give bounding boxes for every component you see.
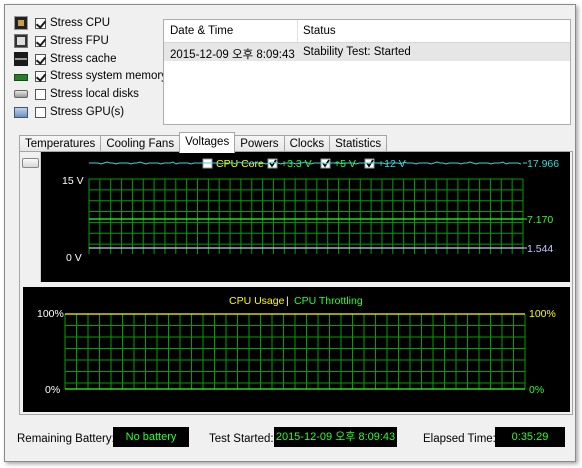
usage-left-bottom-label: 0% (45, 384, 60, 396)
stress-fpu-checkbox[interactable] (35, 35, 46, 47)
elapsed-time-label: Elapsed Time: (423, 433, 496, 445)
voltage-cpu-core-value: 1.544 (527, 243, 553, 255)
voltage-legend: CPU Core +3.3 V +5 V +12 V (202, 158, 406, 170)
tab-bar: Temperatures Cooling Fans Voltages Power… (19, 132, 388, 153)
stress-cache-checkbox[interactable] (35, 53, 46, 65)
stress-cache-label: Stress cache (50, 53, 117, 65)
stability-test-window: Stress CPU Stress FPU Stress cache Stres… (4, 4, 576, 462)
legend-cpu-throttling: CPU Throttling (294, 295, 363, 307)
stress-disks-option[interactable]: Stress local disks (14, 86, 139, 102)
battery-label: Remaining Battery: (17, 433, 115, 445)
usage-left-top-label: 100% (37, 308, 64, 320)
stress-memory-checkbox[interactable] (35, 70, 46, 82)
row-status: Stability Test: Started (303, 46, 411, 58)
stress-cpu-label: Stress CPU (50, 17, 111, 29)
voltage-chart: CPU Core +3.3 V +5 V +12 V 15 V 0 V 17.9… (41, 152, 570, 282)
test-started-value: 2015-12-09 오후 8:09:43 (274, 427, 397, 447)
voltage-y-bottom-label: 0 V (66, 252, 82, 264)
fpu-icon (14, 34, 28, 48)
voltage-grid (88, 178, 524, 254)
usage-right-top-label: 100% (529, 308, 556, 320)
column-divider[interactable] (297, 20, 298, 42)
cpu-usage-chart: CPU Usage | CPU Throttling 100% 0% 100% … (23, 287, 570, 412)
table-row[interactable]: 2015-12-09 오후 8:09:43 Stability Test: St… (164, 43, 570, 61)
voltage-chart-svg: CPU Core +3.3 V +5 V +12 V 15 V 0 V 17.9… (62, 158, 559, 264)
voltage-5v-value: 7.170 (527, 214, 553, 226)
voltage-y-top-label: 15 V (62, 175, 84, 187)
battery-value: No battery (113, 427, 189, 447)
stress-disks-checkbox[interactable] (35, 88, 46, 100)
legend-cpu-core-label: CPU Core (216, 158, 264, 170)
stress-cache-option[interactable]: Stress cache (14, 51, 116, 67)
status-table-header: Date & Time Status (164, 20, 570, 43)
cpu-usage-chart-svg: CPU Usage | CPU Throttling 100% 0% 100% … (37, 295, 556, 396)
gpu-icon (14, 106, 28, 118)
cpu-icon (14, 16, 28, 30)
usage-grid (64, 313, 526, 389)
status-log-table[interactable]: Date & Time Status 2015-12-09 오후 8:09:43… (163, 19, 571, 125)
voltage-12v-value: 17.966 (527, 158, 559, 170)
stress-fpu-option[interactable]: Stress FPU (14, 33, 109, 49)
stress-cpu-option[interactable]: Stress CPU (14, 15, 110, 31)
stress-memory-option[interactable]: Stress system memory (14, 68, 167, 84)
disk-icon (14, 90, 28, 98)
row-datetime: 2015-12-09 오후 8:09:43 (170, 49, 295, 61)
usage-right-bottom-label: 0% (529, 384, 544, 396)
cache-icon (14, 52, 28, 66)
tab-voltages[interactable]: Voltages (179, 132, 236, 153)
stress-gpu-checkbox[interactable] (35, 106, 46, 118)
legend-5v-label: +5 V (334, 158, 356, 170)
stress-fpu-label: Stress FPU (50, 35, 109, 47)
legend-separator: | (286, 295, 289, 307)
legend-cpu-usage: CPU Usage (229, 295, 285, 307)
voltages-panel: CPU Core +3.3 V +5 V +12 V 15 V 0 V 17.9… (19, 151, 573, 415)
stress-gpu-label: Stress GPU(s) (50, 106, 125, 118)
stress-memory-label: Stress system memory (50, 70, 167, 82)
memory-icon (14, 74, 28, 81)
stress-gpu-option[interactable]: Stress GPU(s) (14, 104, 124, 120)
slider-thumb[interactable] (22, 158, 39, 168)
stress-cpu-checkbox[interactable] (35, 17, 46, 29)
test-started-label: Test Started: (209, 433, 274, 445)
column-header-datetime[interactable]: Date & Time (170, 25, 233, 37)
chart-zoom-slider[interactable] (20, 152, 41, 282)
stress-disks-label: Stress local disks (50, 88, 139, 100)
column-header-status[interactable]: Status (303, 25, 336, 37)
elapsed-time-value: 0:35:29 (495, 427, 565, 447)
